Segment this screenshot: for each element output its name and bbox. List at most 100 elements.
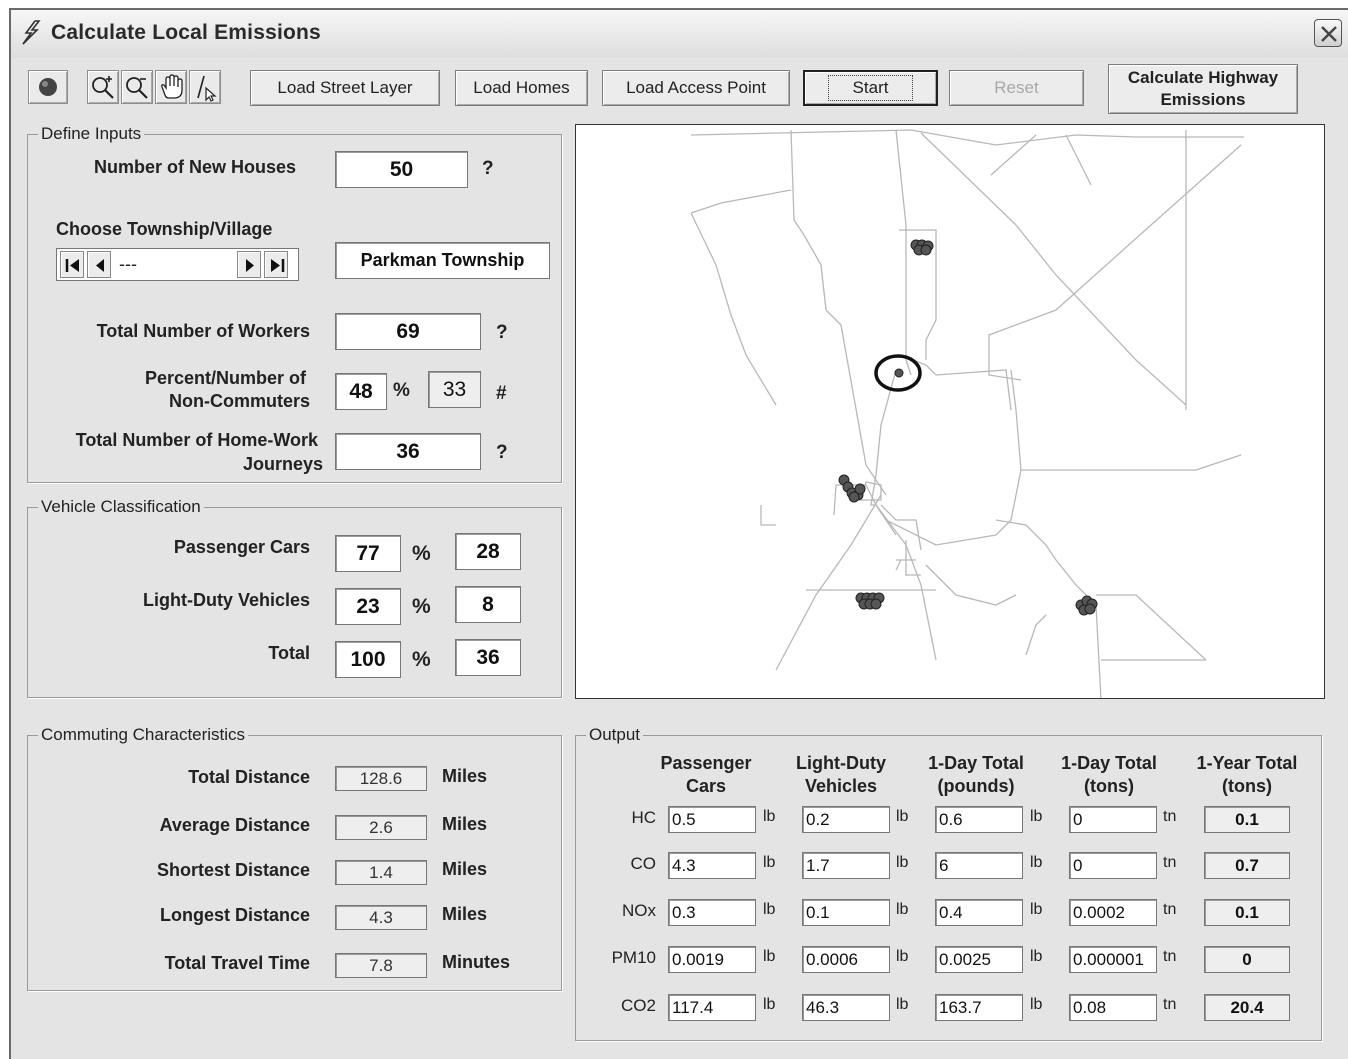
noncommuters-pct-input[interactable]: 48 — [335, 373, 387, 410]
ldv-value[interactable]: 46.3 — [802, 994, 890, 1021]
load-access-point-button[interactable]: Load Access Point — [602, 70, 790, 106]
ldv-value[interactable]: 0.2 — [802, 806, 890, 833]
lightning-pen-icon — [22, 20, 41, 45]
light-duty-count: 8 — [455, 586, 521, 623]
zoom-out-tool[interactable] — [121, 70, 153, 104]
new-houses-label: Number of New Houses — [93, 157, 296, 177]
township-nav-value: --- — [119, 254, 137, 274]
total-vehicles-pct: 100 — [335, 641, 401, 678]
street-map[interactable] — [576, 125, 1324, 701]
calc-highway-line1: Calculate Highway — [1127, 68, 1279, 87]
journeys-label-1: Total Number of Home-Work — [75, 430, 318, 450]
col-header-day-tons: 1-Day Total (tons) — [1034, 752, 1184, 798]
total-distance-unit: Miles — [442, 766, 488, 786]
output-group: Output Passenger Cars Light-Duty Vehicle… — [575, 725, 1322, 1041]
unit-tn: tn — [1163, 948, 1177, 965]
full-extent-tool[interactable] — [28, 70, 68, 104]
day-tn-value[interactable]: 0 — [1069, 852, 1157, 879]
cars-value[interactable]: 0.5 — [668, 806, 756, 833]
workers-input[interactable]: 69 — [335, 313, 481, 350]
day-tn-value[interactable]: 0.000001 — [1069, 946, 1157, 973]
cars-value[interactable]: 4.3 — [668, 852, 756, 879]
last-icon — [271, 259, 285, 272]
window-title: Calculate Local Emissions — [51, 21, 321, 44]
new-houses-help[interactable]: ? — [482, 158, 494, 180]
ldv-value[interactable]: 0.1 — [802, 899, 890, 926]
cars-value[interactable]: 0.0019 — [668, 946, 756, 973]
commuting-characteristics-group: Commuting Characteristics Total Distance… — [27, 725, 562, 991]
day-lb-value[interactable]: 6 — [935, 852, 1023, 879]
road — [925, 564, 1017, 606]
unit-lb: lb — [896, 996, 909, 1013]
prev-icon — [96, 259, 104, 272]
ldv-value[interactable]: 0.0006 — [802, 946, 890, 973]
unit-lb: lb — [1030, 948, 1043, 965]
col-header-line2: Vehicles — [804, 776, 878, 796]
load-homes-button[interactable]: Load Homes — [455, 70, 588, 106]
year-tn-value: 0.1 — [1204, 806, 1290, 833]
unit-lb: lb — [896, 854, 909, 871]
calculate-local-emissions-window: Calculate Local Emissions Load Street La… — [9, 8, 1348, 1059]
unit-lb: lb — [896, 901, 909, 918]
ldv-value[interactable]: 1.7 — [802, 852, 890, 879]
prev-record-button[interactable] — [87, 251, 111, 278]
day-lb-value[interactable]: 0.4 — [935, 899, 1023, 926]
shortest-distance-unit: Miles — [442, 859, 488, 879]
start-button[interactable]: Start — [803, 70, 938, 106]
col-header-line1: 1-Day Total — [928, 753, 1024, 773]
township-label: Choose Township/Village — [56, 219, 273, 239]
close-button[interactable] — [1314, 19, 1342, 47]
journeys-input[interactable]: 36 — [335, 433, 481, 470]
home-cluster — [1075, 595, 1098, 616]
road — [1065, 134, 1092, 186]
next-record-button[interactable] — [237, 251, 261, 278]
select-tool[interactable] — [189, 70, 221, 104]
light-duty-label: Light-Duty Vehicles — [142, 590, 310, 610]
unit-lb: lb — [1030, 996, 1043, 1013]
cars-value[interactable]: 0.3 — [668, 899, 756, 926]
zoom-in-tool[interactable] — [87, 70, 119, 104]
calculate-highway-emissions-button[interactable]: Calculate Highway Emissions — [1108, 64, 1298, 114]
day-tn-value[interactable]: 0.0002 — [1069, 899, 1157, 926]
year-tn-value: 0.1 — [1204, 899, 1290, 926]
access-point-marker[interactable] — [874, 354, 922, 392]
road — [905, 540, 921, 576]
road — [690, 129, 1244, 146]
reset-button[interactable]: Reset — [949, 70, 1084, 106]
title-bar: Calculate Local Emissions — [11, 10, 1348, 58]
vehicle-classification-group: Vehicle Classification Passenger Cars 77… — [27, 497, 562, 698]
road — [1195, 454, 1242, 471]
hand-pan-icon — [161, 74, 183, 99]
map-view[interactable] — [575, 124, 1325, 701]
day-tn-value[interactable]: 0 — [1069, 806, 1157, 833]
new-houses-input[interactable]: 50 — [335, 151, 468, 188]
next-icon — [246, 259, 254, 272]
light-duty-pct[interactable]: 23 — [335, 588, 401, 625]
workers-help[interactable]: ? — [496, 322, 508, 344]
road — [875, 469, 1196, 546]
day-lb-value[interactable]: 0.0025 — [935, 946, 1023, 973]
first-record-button[interactable] — [60, 251, 84, 278]
cars-value[interactable]: 117.4 — [668, 994, 756, 1021]
close-icon — [1321, 26, 1337, 42]
load-street-layer-button[interactable]: Load Street Layer — [250, 70, 440, 106]
road — [988, 144, 1242, 381]
total-travel-time-unit: Minutes — [442, 952, 511, 972]
col-header-day-pounds: 1-Day Total (pounds) — [901, 752, 1051, 798]
pollutant-label: CO2 — [621, 996, 656, 1015]
pollutant-label: CO — [630, 854, 657, 873]
pollutant-label: HC — [631, 808, 656, 827]
road — [990, 134, 1037, 176]
unit-lb: lb — [1030, 808, 1043, 825]
pan-tool[interactable] — [155, 70, 187, 104]
day-tn-value[interactable]: 0.08 — [1069, 994, 1157, 1021]
home-locations — [838, 239, 1098, 616]
last-record-button[interactable] — [264, 251, 288, 278]
day-lb-value[interactable]: 0.6 — [935, 806, 1023, 833]
day-lb-value[interactable]: 163.7 — [935, 994, 1023, 1021]
journeys-help[interactable]: ? — [496, 442, 508, 464]
shortest-distance-value: 1.4 — [335, 860, 427, 885]
passenger-cars-pct[interactable]: 77 — [335, 535, 401, 572]
average-distance-value: 2.6 — [335, 815, 427, 840]
township-navigator[interactable]: --- — [56, 248, 299, 281]
